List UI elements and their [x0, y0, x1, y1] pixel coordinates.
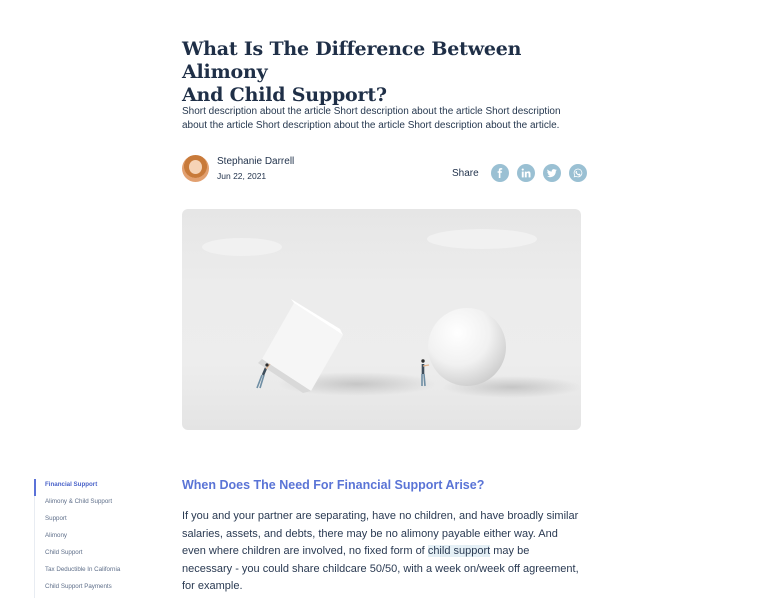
share-bar: Share: [452, 164, 595, 182]
figure-left: [256, 363, 271, 389]
twitter-icon[interactable]: [542, 164, 561, 182]
child-support-link[interactable]: child support: [427, 545, 491, 557]
hero-image: [182, 209, 581, 430]
linkedin-icon[interactable]: [516, 164, 535, 182]
facebook-icon[interactable]: [490, 164, 509, 182]
share-label: Share: [452, 167, 479, 179]
article-title-line-1: What Is The Difference Between Alimony: [182, 38, 522, 83]
toc-item[interactable]: Alimony & Child Support: [34, 496, 174, 513]
table-of-contents: Financial Support Alimony & Child Support…: [34, 479, 174, 598]
author-info: Stephanie Darrell Jun 22, 2021: [217, 155, 294, 182]
toc-item[interactable]: Support: [34, 513, 174, 530]
publish-date: Jun 22, 2021: [217, 171, 267, 181]
section-heading: When Does The Need For Financial Support…: [182, 478, 485, 492]
article-title-line-2: And Child Support?: [182, 84, 387, 106]
toc-item[interactable]: Tax Deductible In California: [34, 564, 174, 581]
article-description: Short description about the article Shor…: [182, 106, 561, 131]
article-title: What Is The Difference Between Alimony A…: [182, 38, 582, 107]
author-name[interactable]: Stephanie Darrell: [217, 155, 294, 168]
section-body: If you and your partner are separating, …: [182, 508, 582, 596]
toc-item[interactable]: Alimony: [34, 530, 174, 547]
author-avatar: [182, 155, 209, 182]
hero-illustration: [202, 229, 581, 398]
toc-item[interactable]: Child Support: [34, 547, 174, 564]
toc-item[interactable]: Child Support Payments: [34, 581, 174, 598]
toc-item[interactable]: Financial Support: [34, 479, 174, 496]
whatsapp-icon[interactable]: [568, 164, 587, 182]
author-block: Stephanie Darrell Jun 22, 2021: [182, 155, 294, 182]
